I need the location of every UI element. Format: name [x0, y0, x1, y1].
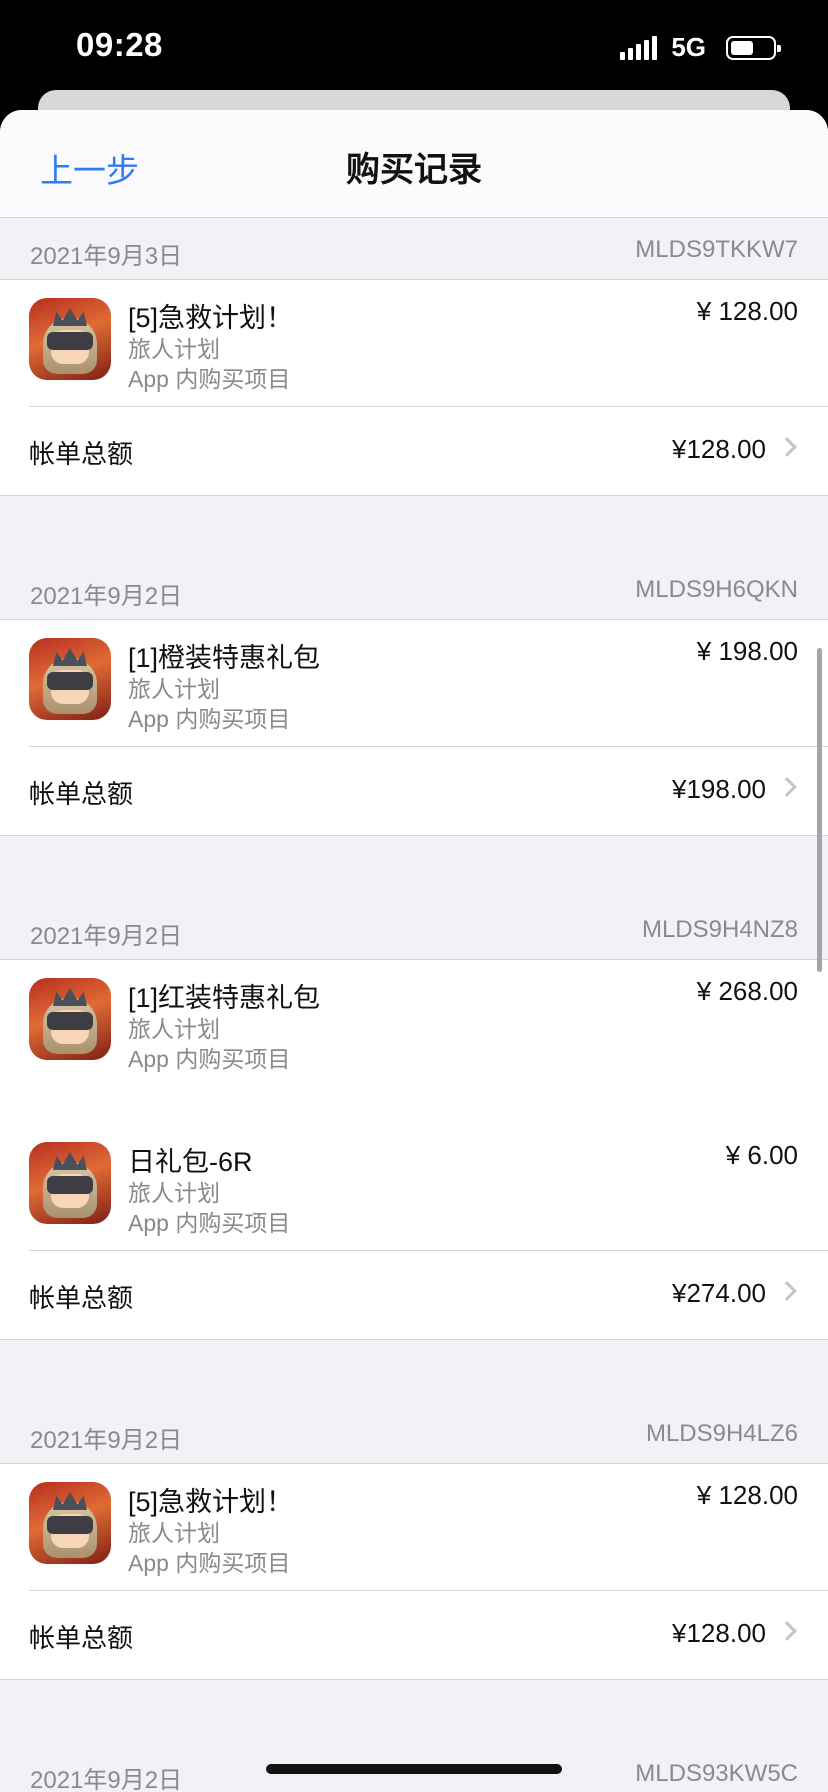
- signal-icon: [620, 35, 658, 60]
- bill-total-amount: ¥128.00: [672, 1618, 766, 1648]
- chevron-right-icon: [777, 437, 797, 457]
- item-app-name: 旅人计划: [128, 336, 220, 362]
- bill-total-row[interactable]: 帐单总额 ¥198.00: [0, 747, 828, 835]
- purchase-group: [1]橙装特惠礼包 旅人计划 App 内购买项目 ¥ 198.00 帐单总额 ¥…: [0, 620, 828, 836]
- purchase-date: 2021年9月2日: [30, 923, 183, 950]
- order-id: MLDS93KW5C: [635, 1760, 798, 1787]
- app-icon: [29, 978, 111, 1060]
- home-indicator[interactable]: [266, 1764, 562, 1774]
- bill-total-row[interactable]: 帐单总额 ¥128.00: [0, 407, 828, 495]
- battery-icon: [726, 35, 781, 60]
- section-header: 2021年9月2日 MLDS9H4NZ8: [0, 898, 828, 960]
- bill-total-amount: ¥274.00: [672, 1278, 766, 1308]
- item-app-name: 旅人计划: [128, 1180, 220, 1206]
- status-bar: 09:28 5G: [0, 0, 828, 92]
- bill-total-row[interactable]: 帐单总额 ¥274.00: [0, 1251, 828, 1339]
- order-id: MLDS9TKKW7: [635, 236, 798, 263]
- section-header: 2021年9月2日 MLDS9H4LZ6: [0, 1402, 828, 1464]
- purchase-group: [5]急救计划！ 旅人计划 App 内购买项目 ¥ 128.00 帐单总额 ¥1…: [0, 1464, 828, 1680]
- item-app-name: 旅人计划: [128, 1016, 220, 1042]
- app-icon: [29, 1142, 111, 1224]
- bill-total-amount: ¥128.00: [672, 434, 766, 464]
- order-id: MLDS9H4LZ6: [645, 1420, 798, 1447]
- app-icon: [29, 298, 111, 380]
- purchase-date: 2021年9月2日: [30, 1427, 183, 1454]
- navigation-bar: 上一步 购买记录: [0, 110, 828, 218]
- item-type: App 内购买项目: [128, 706, 291, 732]
- bill-total-label: 帐单总额: [29, 439, 134, 469]
- app-icon: [29, 638, 111, 720]
- item-app-name: 旅人计划: [128, 1520, 220, 1546]
- purchase-date: 2021年9月2日: [30, 583, 183, 610]
- purchase-history-sheet: 上一步 购买记录 2021年9月3日 MLDS9TKKW7 [5]急救计划！ 旅…: [0, 110, 828, 1792]
- purchase-item: [1]红装特惠礼包 旅人计划 App 内购买项目 ¥ 268.00: [0, 960, 828, 1124]
- purchase-item: [5]急救计划！ 旅人计划 App 内购买项目 ¥ 128.00: [0, 280, 828, 406]
- item-price: ¥ 128.00: [696, 296, 798, 326]
- section-header: 2021年9月3日 MLDS9TKKW7: [0, 218, 828, 280]
- bill-total-row[interactable]: 帐单总额 ¥128.00: [0, 1591, 828, 1679]
- purchase-item: 日礼包-6R 旅人计划 App 内购买项目 ¥ 6.00: [0, 1124, 828, 1250]
- section-header: 2021年9月2日 MLDS9H6QKN: [0, 558, 828, 620]
- network-label: 5G: [671, 32, 706, 62]
- page-title: 购买记录: [346, 151, 482, 189]
- item-price: ¥ 268.00: [696, 976, 798, 1006]
- bill-total-amount: ¥198.00: [672, 774, 766, 804]
- chevron-right-icon: [777, 1621, 797, 1641]
- bill-total-label: 帐单总额: [29, 1283, 134, 1313]
- purchase-item: [5]急救计划！ 旅人计划 App 内购买项目 ¥ 128.00: [0, 1464, 828, 1590]
- chevron-right-icon: [777, 777, 797, 797]
- purchase-date: 2021年9月3日: [30, 243, 183, 270]
- item-type: App 内购买项目: [128, 1046, 291, 1072]
- item-price: ¥ 198.00: [696, 636, 798, 666]
- order-id: MLDS9H6QKN: [635, 576, 798, 603]
- scroll-indicator[interactable]: [817, 648, 822, 972]
- purchase-group: [5]急救计划！ 旅人计划 App 内购买项目 ¥ 128.00 帐单总额 ¥1…: [0, 280, 828, 496]
- app-icon: [29, 1482, 111, 1564]
- chevron-right-icon: [777, 1281, 797, 1301]
- bill-total-label: 帐单总额: [29, 779, 134, 809]
- item-type: App 内购买项目: [128, 1550, 291, 1576]
- bill-total-label: 帐单总额: [29, 1623, 134, 1653]
- item-type: App 内购买项目: [128, 366, 291, 392]
- status-indicators: 5G: [620, 32, 781, 63]
- purchase-item: [1]橙装特惠礼包 旅人计划 App 内购买项目 ¥ 198.00: [0, 620, 828, 746]
- status-time: 09:28: [76, 26, 163, 63]
- item-price: ¥ 128.00: [696, 1480, 798, 1510]
- order-id: MLDS9H4NZ8: [641, 916, 798, 943]
- purchase-group: [1]红装特惠礼包 旅人计划 App 内购买项目 ¥ 268.00 日礼包-6R…: [0, 960, 828, 1340]
- item-type: App 内购买项目: [128, 1210, 291, 1236]
- purchase-date: 2021年9月2日: [30, 1767, 183, 1792]
- item-price: ¥ 6.00: [725, 1140, 798, 1170]
- item-app-name: 旅人计划: [128, 676, 220, 702]
